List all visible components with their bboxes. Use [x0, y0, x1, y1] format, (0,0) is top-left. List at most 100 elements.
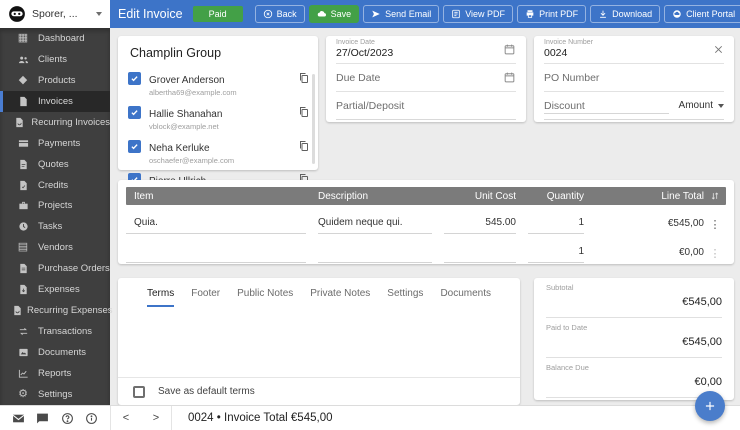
company-name: Sporer, ...: [32, 8, 90, 20]
view-pdf-button[interactable]: View PDF: [443, 5, 513, 23]
unit-cost-input[interactable]: [444, 257, 516, 263]
documents-icon: [12, 347, 34, 358]
col-quantity: Quantity: [528, 191, 584, 202]
tab-documents[interactable]: Documents: [440, 288, 491, 307]
sidebar-item-documents[interactable]: Documents: [0, 342, 110, 363]
contact-mail-icon[interactable]: [12, 412, 25, 425]
sidebar-nav: ▦ Dashboard Clients ◆ Products Invoices …: [0, 28, 110, 405]
contact-email: albertha69@example.com: [149, 88, 290, 98]
invoice-summary: 0024 • Invoice Total €545,00: [188, 412, 332, 424]
copy-icon[interactable]: [298, 72, 310, 84]
sidebar-item-vendors[interactable]: ▤ Vendors: [0, 237, 110, 258]
sidebar-item-projects[interactable]: Projects: [0, 196, 110, 217]
invoice-dates-panel: Invoice Date 27/Oct/2023 Due Date Partia…: [326, 36, 526, 122]
sidebar-item-products[interactable]: ◆ Products: [0, 70, 110, 91]
tab-private-notes[interactable]: Private Notes: [310, 288, 370, 307]
client-portal-button[interactable]: Client Portal: [664, 5, 740, 23]
sidebar-item-expenses[interactable]: Expenses: [0, 279, 110, 300]
clear-icon[interactable]: [713, 44, 724, 55]
line-items-table: Item Description Unit Cost Quantity Line…: [118, 180, 734, 264]
copy-icon[interactable]: [298, 140, 310, 152]
vendors-icon: ▤: [12, 242, 34, 253]
line-item-row: Quia. Quidem neque qui. 545.00 1 €545,00…: [126, 208, 726, 234]
tab-footer[interactable]: Footer: [191, 288, 220, 307]
sidebar-item-payments[interactable]: Payments: [0, 133, 110, 154]
sidebar-item-transactions[interactable]: Transactions: [0, 321, 110, 342]
sort-icon[interactable]: [704, 191, 726, 201]
contact-row: Hallie Shanahan vblock@example.net: [118, 101, 318, 135]
due-date-placeholder: Due Date: [336, 72, 503, 84]
download-button[interactable]: Download: [590, 5, 660, 23]
discount-field[interactable]: Discount Amount: [544, 92, 724, 120]
contact-checkbox[interactable]: [128, 106, 141, 119]
row-menu-icon[interactable]: ⋮: [704, 220, 726, 234]
back-button[interactable]: Back: [255, 5, 305, 23]
tasks-icon: [12, 221, 34, 232]
totals-panel: Subtotal €545,00 Paid to Date €545,00 Ba…: [534, 278, 734, 400]
print-pdf-button[interactable]: Print PDF: [517, 5, 586, 23]
subtotal-value: €545,00: [546, 296, 722, 308]
sidebar-item-invoices[interactable]: Invoices: [0, 91, 110, 112]
history-back-button[interactable]: <: [111, 412, 141, 424]
save-default-terms-checkbox[interactable]: [133, 386, 145, 398]
contact-checkbox[interactable]: [128, 140, 141, 153]
sidebar-item-credits[interactable]: Credits: [0, 175, 110, 196]
row-menu-icon[interactable]: ⋮: [704, 249, 726, 263]
tab-terms[interactable]: Terms: [147, 288, 174, 307]
paid-to-date-value: €545,00: [546, 336, 722, 348]
info-icon[interactable]: [85, 412, 98, 425]
products-icon: ◆: [12, 75, 34, 86]
credits-icon: [12, 180, 34, 191]
invoice-number-value: 0024: [544, 47, 713, 60]
sidebar-item-reports[interactable]: Reports: [0, 363, 110, 384]
company-logo-icon: [8, 5, 26, 23]
sidebar-item-tasks[interactable]: Tasks: [0, 216, 110, 237]
subtotal-label: Subtotal: [546, 283, 722, 292]
send-email-button[interactable]: Send Email: [363, 5, 439, 23]
sidebar-item-recurring-expenses[interactable]: Recurring Expenses: [0, 300, 110, 321]
calendar-icon[interactable]: [503, 71, 516, 84]
quantity-input[interactable]: 1: [528, 246, 584, 263]
item-input[interactable]: [126, 257, 306, 263]
paid-to-date-label: Paid to Date: [546, 323, 722, 332]
sidebar-item-settings[interactable]: ⚙ Settings: [0, 384, 110, 405]
description-input[interactable]: [318, 257, 432, 263]
sidebar-item-quotes[interactable]: Quotes: [0, 154, 110, 175]
description-input[interactable]: Quidem neque qui.: [318, 217, 432, 234]
sidebar-item-recurring-invoices[interactable]: Recurring Invoices: [0, 112, 110, 133]
history-forward-button[interactable]: >: [141, 412, 171, 424]
copy-icon[interactable]: [298, 106, 310, 118]
company-selector[interactable]: Sporer, ...: [0, 0, 110, 28]
save-button[interactable]: Save: [309, 5, 360, 23]
add-button[interactable]: [695, 391, 725, 421]
quantity-input[interactable]: 1: [528, 217, 584, 234]
reports-icon: [12, 368, 34, 379]
paid-to-date-row: Paid to Date €545,00: [546, 318, 722, 358]
client-panel: Champlin Group Grover Anderson albertha6…: [118, 36, 318, 170]
sidebar-item-dashboard[interactable]: ▦ Dashboard: [0, 28, 110, 49]
tab-settings[interactable]: Settings: [387, 288, 423, 307]
contacts-scrollbar[interactable]: [312, 74, 315, 164]
help-icon[interactable]: [61, 412, 74, 425]
discount-type-select[interactable]: Amount: [679, 100, 724, 111]
sidebar-item-purchase-orders[interactable]: Purchase Orders: [0, 258, 110, 279]
unit-cost-input[interactable]: 545.00: [444, 217, 516, 234]
sidebar-item-clients[interactable]: Clients: [0, 49, 110, 70]
calendar-icon[interactable]: [503, 43, 516, 56]
back-icon: [263, 9, 273, 19]
partial-deposit-field[interactable]: Partial/Deposit: [336, 92, 516, 120]
po-number-field[interactable]: PO Number: [544, 64, 724, 92]
invoice-number-field[interactable]: Invoice Number 0024: [544, 36, 724, 64]
invoice-date-field[interactable]: Invoice Date 27/Oct/2023: [336, 36, 516, 64]
recurring-expenses-icon: [12, 305, 23, 316]
terms-textarea[interactable]: [118, 307, 520, 357]
tab-public-notes[interactable]: Public Notes: [237, 288, 293, 307]
item-input[interactable]: Quia.: [126, 217, 306, 234]
forum-chat-icon[interactable]: [36, 412, 49, 425]
notes-tabs: Terms Footer Public Notes Private Notes …: [118, 278, 520, 307]
client-name[interactable]: Champlin Group: [118, 36, 318, 67]
contact-checkbox[interactable]: [128, 72, 141, 85]
col-description: Description: [318, 191, 432, 202]
contact-name: Neha Kerluke: [149, 143, 210, 154]
due-date-field[interactable]: Due Date: [336, 64, 516, 92]
